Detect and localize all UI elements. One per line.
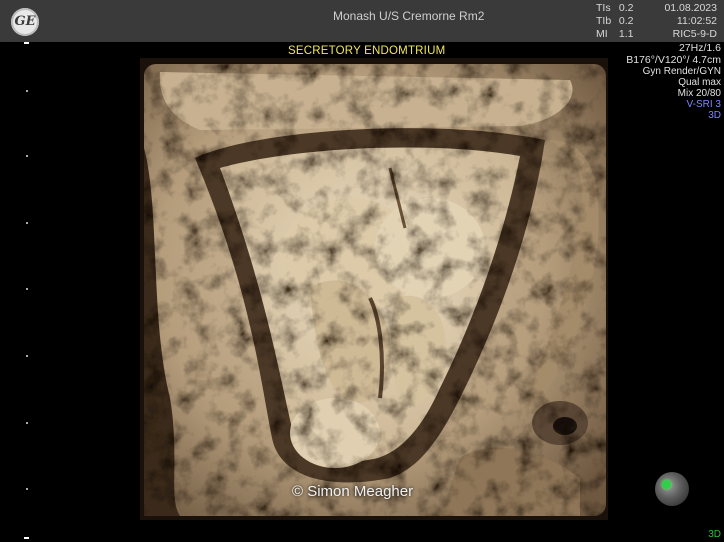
param-rate: 27Hz/1.6	[678, 42, 721, 54]
ge-logo-icon: GE	[11, 8, 39, 36]
mode-indicator: 3D	[708, 529, 721, 540]
param-mix: Mix 20/80	[677, 88, 721, 99]
depth-scale-bottom	[24, 537, 29, 539]
uterus-3d-render	[140, 58, 608, 520]
param-render: Gyn Render/GYN	[642, 66, 721, 77]
param-quality: Qual max	[678, 77, 721, 88]
depth-tick	[26, 355, 28, 357]
time-label: 11:02:52	[676, 15, 717, 27]
safety-readouts: TIs 0.2 TIb 0.2 MI 1.1	[596, 2, 634, 41]
probe-label: RIC5-9-D	[672, 28, 717, 40]
depth-tick	[26, 422, 28, 424]
param-angles: B176°/V120°/ 4.7cm	[626, 54, 721, 66]
copyright-label: © Simon Meagher	[292, 483, 414, 500]
depth-tick	[26, 288, 28, 290]
depth-tick	[26, 155, 28, 157]
param-mode: 3D	[708, 110, 721, 121]
datetime-block: 01.08.2023 11:02:52 RIC5-9-D	[664, 2, 717, 41]
annotation-label: SECRETORY ENDOMTRIUM	[288, 45, 446, 57]
site-label: Monash U/S Cremorne Rm2	[333, 9, 485, 23]
header-bar: GE Monash U/S Cremorne Rm2 TIs 0.2 TIb 0…	[0, 0, 724, 42]
scan-parameters: 27Hz/1.6 B176°/V120°/ 4.7cm Gyn Render/G…	[626, 42, 721, 121]
depth-scale-top	[24, 42, 29, 44]
orientation-indicator	[662, 480, 671, 489]
param-vsri: V-SRI 3	[686, 99, 721, 110]
depth-tick	[26, 90, 28, 92]
readout-tib: TIb 0.2	[596, 15, 634, 27]
orientation-orb-icon[interactable]	[655, 472, 689, 506]
readout-mi: MI 1.1	[596, 28, 634, 40]
depth-tick	[26, 222, 28, 224]
ultrasound-screen: GE Monash U/S Cremorne Rm2 TIs 0.2 TIb 0…	[0, 0, 724, 542]
depth-tick	[26, 488, 28, 490]
date-label: 01.08.2023	[664, 2, 717, 14]
readout-tis: TIs 0.2	[596, 2, 634, 14]
